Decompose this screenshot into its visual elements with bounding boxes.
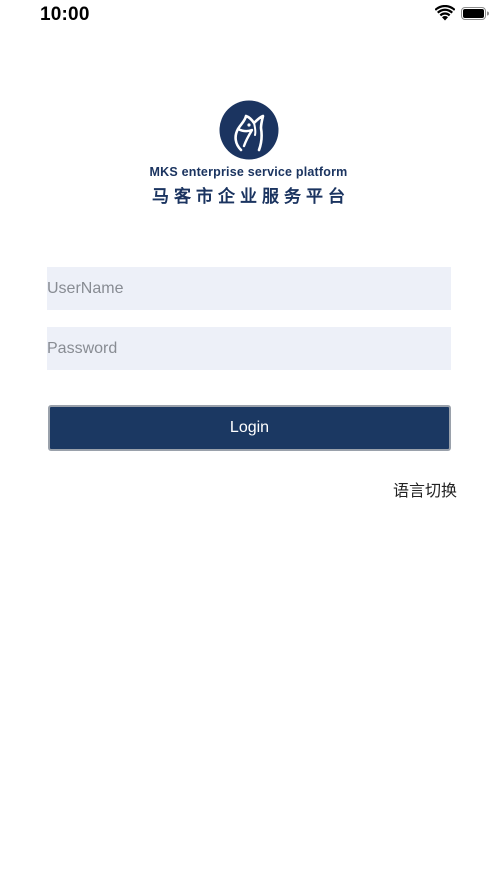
- logo-subtitle-en: MKS enterprise service platform: [149, 165, 348, 179]
- username-input[interactable]: [47, 267, 451, 310]
- language-switch-link[interactable]: 语言切换: [393, 477, 457, 501]
- logo-subtitle-cn: 马客市企业服务平台: [152, 187, 350, 207]
- battery-icon: [461, 7, 489, 20]
- status-time: 10:00: [40, 4, 90, 25]
- login-screen: 10:00 MKS enterprise service platform 马客…: [0, 0, 497, 883]
- logo-block: MKS enterprise service platform 马客市企业服务平…: [0, 100, 497, 207]
- status-bar: 10:00: [0, 0, 497, 30]
- login-button[interactable]: Login: [48, 405, 451, 451]
- horse-logo-icon: [219, 100, 278, 160]
- password-input[interactable]: [47, 327, 451, 370]
- wifi-icon: [435, 5, 455, 21]
